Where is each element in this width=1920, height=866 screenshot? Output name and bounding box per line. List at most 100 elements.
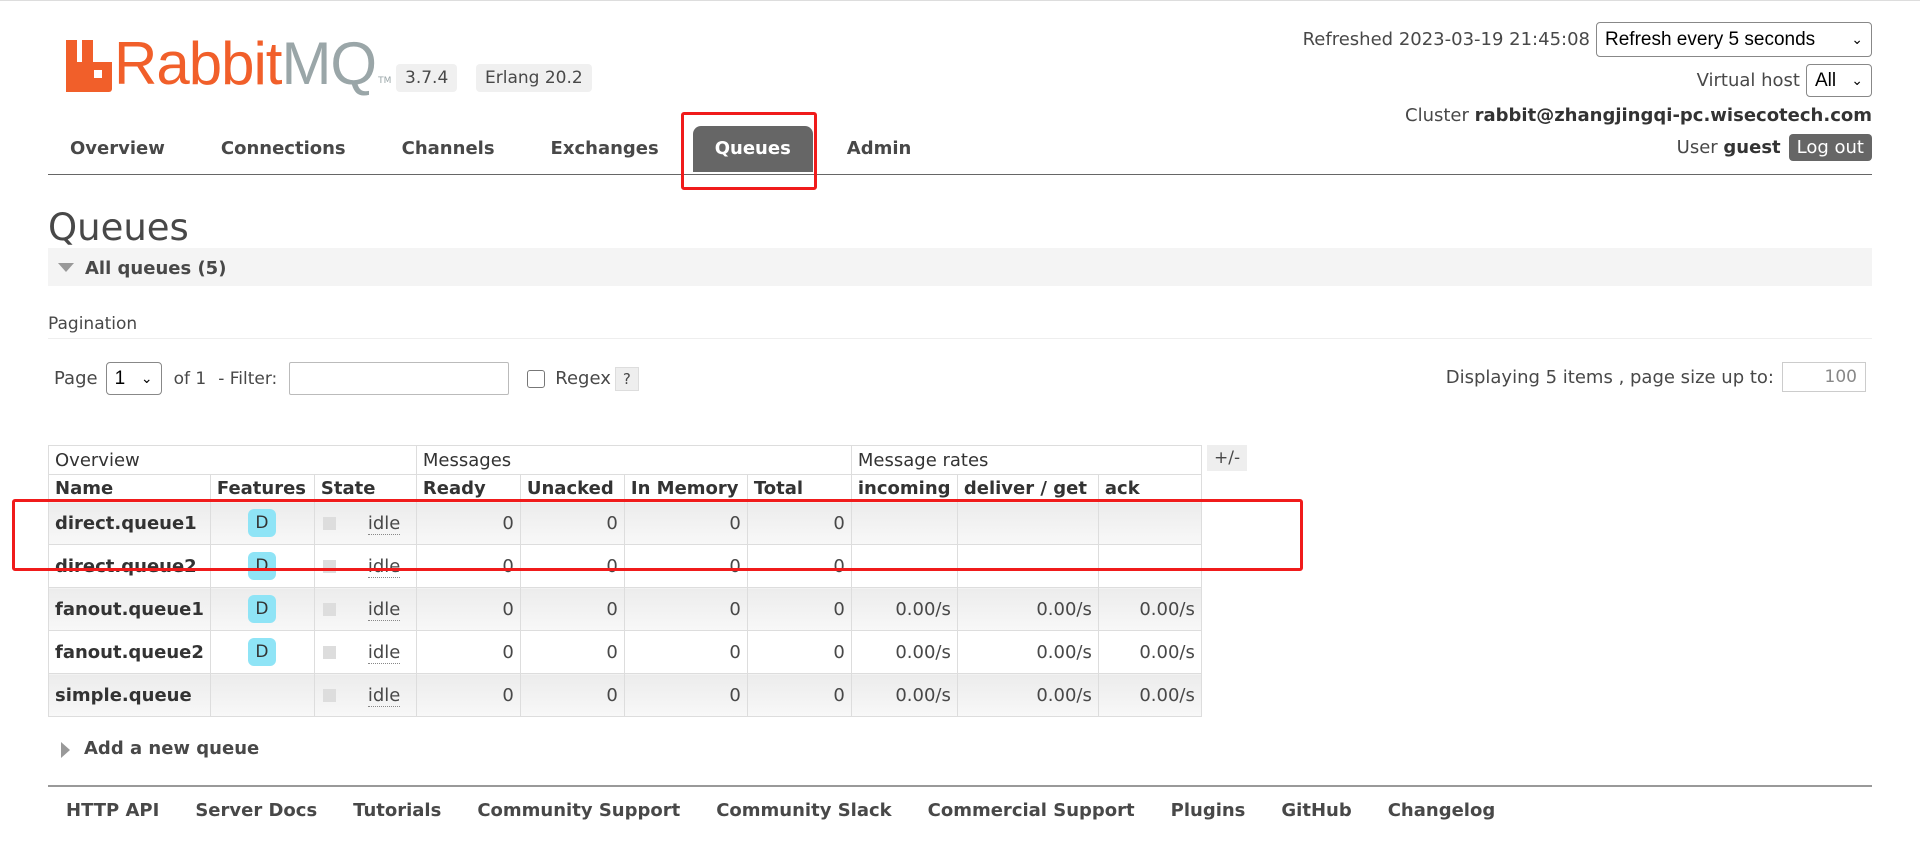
column-header-in-memory[interactable]: In Memory (623, 474, 748, 502)
pagination-controls: Page 1 ⌄ of 1 - Filter: Regex ? (54, 362, 639, 395)
column-header-features: Features (209, 474, 315, 502)
footer-link-community-support[interactable]: Community Support (477, 800, 680, 821)
state-square-icon (322, 603, 336, 616)
display-info: Displaying 5 items , page size up to: 10… (1446, 362, 1866, 392)
footer-link-changelog[interactable]: Changelog (1388, 800, 1496, 821)
durable-badge: D (247, 595, 276, 623)
display-label: Displaying 5 items , page size up to: (1445, 366, 1774, 388)
deliver-get-cell: 0.00/s (956, 630, 1099, 674)
column-header-unacked[interactable]: Unacked (519, 474, 625, 502)
rabbitmq-logo[interactable]: RabbitMQ TM (66, 30, 392, 97)
page-select[interactable]: 1 ⌄ (105, 362, 162, 395)
cluster-row: Cluster rabbit@zhangjingqi-pc.wisecotech… (1405, 105, 1872, 126)
tab-connections[interactable]: Connections (199, 126, 368, 172)
features-cell: D (209, 630, 315, 674)
tab-overview[interactable]: Overview (48, 126, 187, 172)
total-cell: 0 (746, 630, 852, 674)
column-header-deliver-get[interactable]: deliver / get (956, 474, 1099, 502)
all-queues-label: All queues (5) (85, 258, 227, 279)
footer-link-commercial-support[interactable]: Commercial Support (928, 800, 1135, 821)
queue-name-link[interactable]: simple.queue (48, 673, 211, 717)
nav-divider (48, 174, 1872, 175)
footer-link-server-docs[interactable]: Server Docs (195, 800, 317, 821)
chevron-down-icon: ⌄ (1851, 72, 1863, 88)
user-label: User (1676, 137, 1718, 158)
tab-exchanges[interactable]: Exchanges (529, 126, 681, 172)
filter-label: - Filter: (218, 368, 278, 389)
refreshed-time: 2023-03-19 21:45:08 (1398, 29, 1590, 50)
column-header-ready[interactable]: Ready (415, 474, 521, 502)
add-new-queue-toggle[interactable]: Add a new queue (61, 738, 260, 759)
regex-help-button[interactable]: ? (614, 366, 639, 391)
features-cell (209, 673, 315, 717)
state-label: idle (367, 641, 401, 664)
regex-label: Regex (555, 368, 611, 389)
pagination-divider (48, 338, 1872, 339)
refresh-row: Refreshed 2023-03-19 21:45:08 Refresh ev… (1303, 22, 1872, 57)
chevron-down-icon: ⌄ (1851, 31, 1863, 47)
highlight-box-direct-queues (12, 499, 1303, 571)
page-select-value: 1 (114, 367, 126, 389)
table-row: fanout.queue1 D idle 0 0 0 0 0.00/s 0.00… (48, 587, 1202, 631)
column-header-ack[interactable]: ack (1097, 474, 1202, 502)
column-header-incoming[interactable]: incoming (850, 474, 958, 502)
unacked-cell: 0 (519, 673, 625, 717)
total-cell: 0 (746, 587, 852, 631)
filter-input[interactable] (289, 362, 510, 395)
incoming-cell: 0.00/s (850, 587, 958, 631)
state-cell: idle (313, 673, 417, 717)
state-square-icon (322, 646, 336, 659)
page-size-input[interactable]: 100 (1782, 362, 1866, 392)
collapse-triangle-icon (58, 263, 74, 272)
vhost-value: All (1815, 69, 1837, 91)
tab-channels[interactable]: Channels (380, 126, 517, 172)
add-new-queue-label: Add a new queue (84, 738, 260, 759)
refresh-interval-select[interactable]: Refresh every 5 seconds ⌄ (1596, 22, 1872, 57)
expand-triangle-icon (61, 742, 70, 758)
vhost-select[interactable]: All ⌄ (1806, 64, 1872, 97)
regex-checkbox[interactable] (527, 369, 546, 388)
page-title: Queues (48, 206, 189, 249)
footer-divider (48, 785, 1872, 787)
incoming-cell: 0.00/s (850, 630, 958, 674)
user-name: guest (1723, 137, 1781, 158)
pagination-label: Pagination (48, 314, 138, 334)
queues-table: Overview Messages Message rates Name Fea… (48, 445, 1202, 717)
footer-link-community-slack[interactable]: Community Slack (716, 800, 891, 821)
queue-name-link[interactable]: fanout.queue2 (48, 630, 211, 674)
group-header-message-rates: Message rates (850, 445, 1202, 475)
footer-links: HTTP API Server Docs Tutorials Community… (66, 800, 1531, 821)
logo-trademark: TM (378, 76, 392, 86)
footer-link-tutorials[interactable]: Tutorials (353, 800, 441, 821)
group-header-overview: Overview (48, 445, 417, 475)
all-queues-section-header[interactable]: All queues (5) (48, 248, 1872, 286)
ack-cell: 0.00/s (1097, 587, 1202, 631)
column-header-name[interactable]: Name (48, 474, 211, 502)
state-label: idle (367, 598, 401, 621)
logout-button[interactable]: Log out (1788, 134, 1872, 161)
column-header-state[interactable]: State (313, 474, 417, 502)
erlang-version-badge: Erlang 20.2 (476, 64, 592, 92)
in-memory-cell: 0 (623, 630, 748, 674)
column-header-total[interactable]: Total (746, 474, 852, 502)
column-toggle-button[interactable]: +/- (1207, 445, 1248, 471)
in-memory-cell: 0 (623, 587, 748, 631)
ready-cell: 0 (415, 673, 521, 717)
footer-link-http-api[interactable]: HTTP API (66, 800, 159, 821)
table-row: simple.queue idle 0 0 0 0 0.00/s 0.00/s … (48, 673, 1202, 717)
in-memory-cell: 0 (623, 673, 748, 717)
footer-link-plugins[interactable]: Plugins (1171, 800, 1246, 821)
deliver-get-cell: 0.00/s (956, 673, 1099, 717)
logo-wordmark: RabbitMQ (114, 30, 377, 97)
state-cell: idle (313, 587, 417, 631)
features-cell: D (209, 587, 315, 631)
deliver-get-cell: 0.00/s (956, 587, 1099, 631)
cluster-label: Cluster (1405, 105, 1469, 126)
page-label: Page (54, 368, 98, 389)
state-cell: idle (313, 630, 417, 674)
state-square-icon (322, 689, 336, 702)
queue-name-link[interactable]: fanout.queue1 (48, 587, 211, 631)
tab-admin[interactable]: Admin (825, 126, 934, 172)
version-badge: 3.7.4 (396, 64, 458, 92)
footer-link-github[interactable]: GitHub (1281, 800, 1351, 821)
